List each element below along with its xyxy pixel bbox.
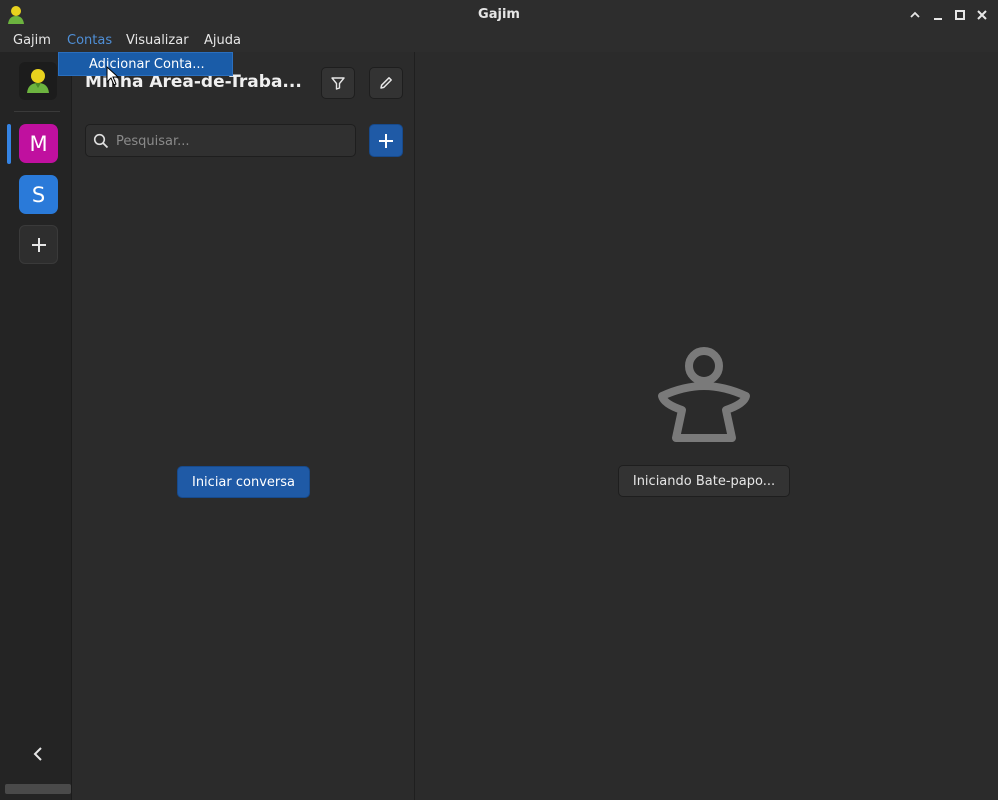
edit-button[interactable] [369, 67, 403, 99]
account-rail: M S [0, 52, 72, 800]
plus-icon [379, 133, 393, 148]
search-input[interactable] [114, 125, 353, 158]
close-icon[interactable] [973, 6, 991, 24]
account-m[interactable]: M [19, 124, 58, 163]
menu-gajim[interactable]: Gajim [13, 33, 51, 48]
rail-scrollbar[interactable] [5, 784, 71, 794]
workspace-logo[interactable] [19, 62, 57, 100]
chevron-left-icon [33, 747, 42, 761]
add-workspace-button[interactable] [19, 225, 58, 264]
user-placeholder-icon [658, 347, 750, 442]
start-chat-plus-button[interactable] [369, 124, 403, 157]
title-bar: Gajim [0, 0, 998, 31]
start-chat-button[interactable]: Iniciar conversa [177, 466, 310, 498]
account-s-initial: S [31, 182, 46, 207]
menu-contas[interactable]: Contas [67, 33, 112, 48]
rail-divider [14, 111, 60, 112]
chat-view: Iniciando Bate-papo... [416, 52, 998, 800]
pencil-icon [380, 77, 392, 89]
mouse-cursor-icon [106, 66, 120, 86]
collapse-button[interactable] [26, 742, 50, 766]
gajim-avatar-icon [27, 69, 49, 93]
status-button[interactable]: Iniciando Bate-papo... [618, 465, 790, 497]
accounts-dropdown: Adicionar Conta... [58, 52, 233, 76]
filter-icon [331, 77, 345, 90]
menu-bar: Gajim Contas Visualizar Ajuda [0, 30, 998, 52]
minimize-icon[interactable] [929, 6, 947, 24]
account-s[interactable]: S [19, 175, 58, 214]
account-m-initial: M [29, 131, 48, 156]
window-title: Gajim [478, 7, 520, 22]
search-icon [93, 133, 109, 149]
menu-visualizar[interactable]: Visualizar [126, 33, 189, 48]
shade-icon[interactable] [906, 6, 924, 24]
menu-ajuda[interactable]: Ajuda [204, 33, 241, 48]
chat-list-panel: Minha Área-de-Traba... Iniciar conversa [72, 52, 415, 800]
maximize-icon[interactable] [951, 6, 969, 24]
plus-icon [31, 237, 46, 252]
selected-indicator [7, 124, 11, 164]
search-box [85, 124, 356, 158]
filter-button[interactable] [321, 67, 355, 99]
